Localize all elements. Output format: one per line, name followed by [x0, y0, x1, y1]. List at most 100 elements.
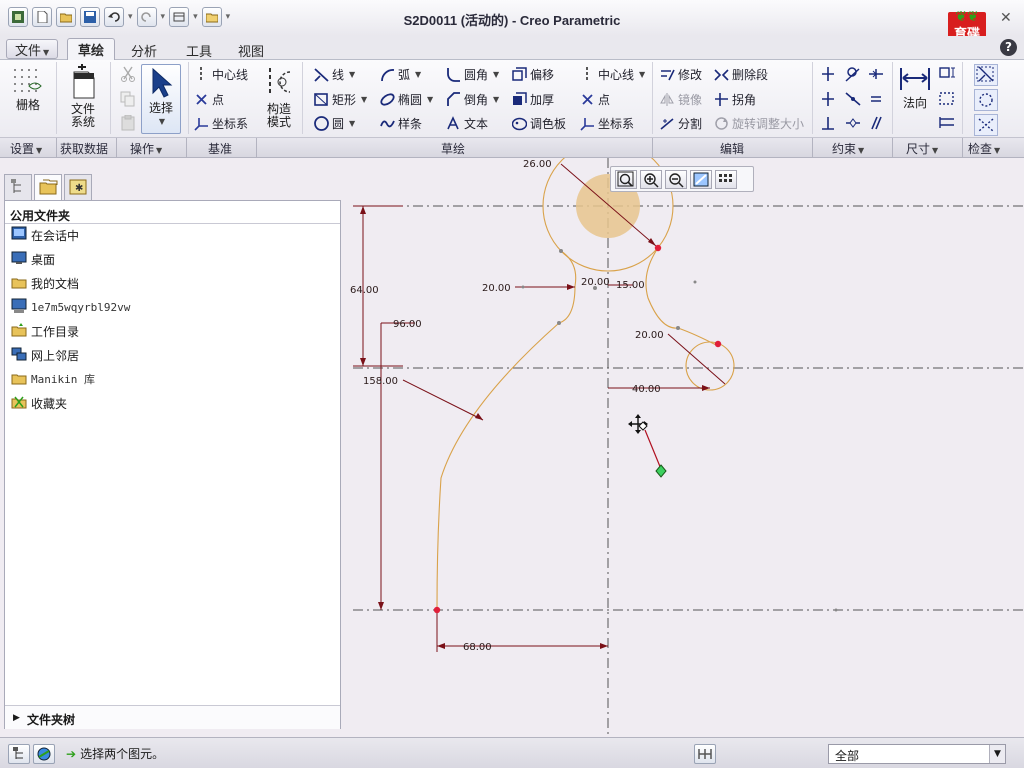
text-button[interactable]: 文本: [446, 115, 488, 132]
dim-68-label[interactable]: 68.00: [463, 642, 492, 653]
selection-filter-dropdown[interactable]: 全部 ▼: [828, 744, 1006, 764]
sketch-canvas[interactable]: 26.00 64.00 96.00 158.00 20.00 20.00 15.…: [343, 140, 1024, 737]
corner-button[interactable]: 拐角: [714, 91, 756, 108]
perpendicular-constraint-icon[interactable]: [820, 115, 836, 134]
sketch-coord-sys-button[interactable]: 坐标系: [580, 115, 634, 132]
tab-sketch[interactable]: 草绘: [67, 38, 116, 61]
thicken-button[interactable]: 加厚: [512, 91, 554, 108]
model-tree-tab[interactable]: [4, 174, 32, 200]
favorites-tab[interactable]: ✱: [64, 174, 92, 200]
folder-tree-toggle[interactable]: ▶ 文件夹树: [5, 705, 340, 729]
delete-segment-button[interactable]: 删除段: [714, 66, 768, 83]
grid-button[interactable]: 栅格: [8, 66, 48, 112]
zoom-out-icon[interactable]: [665, 170, 687, 189]
baseline-dimension-icon[interactable]: [938, 115, 956, 134]
datum-coord-sys-button[interactable]: 坐标系: [194, 115, 248, 132]
vertical-constraint-icon[interactable]: [820, 66, 836, 85]
smart-selection-icon[interactable]: [694, 744, 716, 764]
tangent-constraint-icon[interactable]: [845, 66, 861, 85]
group-setup[interactable]: 设置 ▼: [10, 140, 42, 157]
folder-item-my-documents[interactable]: 我的文档: [11, 274, 79, 292]
datum-point-button[interactable]: 点: [194, 91, 224, 108]
line-button[interactable]: 线 ▼: [314, 66, 355, 83]
folder-item-desktop[interactable]: 桌面: [11, 250, 55, 268]
refit-icon[interactable]: [615, 170, 637, 189]
dim-20a-label[interactable]: 20.00: [482, 283, 511, 294]
rotate-resize-button[interactable]: 旋转调整大小: [714, 115, 804, 132]
browser-toggle-icon[interactable]: [33, 744, 55, 764]
rectangle-button[interactable]: 矩形 ▼: [314, 91, 367, 108]
divide-label: 分割: [678, 117, 703, 131]
dim-15-label[interactable]: 15.00: [616, 280, 645, 291]
file-system-button[interactable]: 文件系统: [62, 64, 104, 129]
group-constrain[interactable]: 约束 ▼: [832, 140, 864, 157]
midpoint-constraint-icon[interactable]: [868, 66, 884, 85]
ellipse-button[interactable]: 椭圆 ▼: [380, 91, 433, 108]
modify-button[interactable]: 修改: [660, 66, 702, 83]
thicken-label: 加厚: [530, 93, 555, 107]
fillet-button[interactable]: 圆角 ▼: [446, 66, 499, 83]
overlapping-geometry-icon[interactable]: [974, 64, 998, 86]
construction-points: [521, 249, 838, 612]
copy-icon[interactable]: [120, 91, 136, 110]
folder-browser-tab[interactable]: [34, 174, 62, 200]
group-datum[interactable]: 基准: [208, 140, 232, 157]
coincident-constraint-icon[interactable]: [845, 91, 861, 110]
palette-button[interactable]: 调色板: [512, 115, 566, 132]
group-edit[interactable]: 编辑: [720, 140, 744, 157]
normal-dimension-button[interactable]: 法向: [898, 66, 932, 110]
arc-button[interactable]: 弧 ▼: [380, 66, 421, 83]
zoom-in-icon[interactable]: [640, 170, 662, 189]
tab-analysis[interactable]: 分析: [121, 40, 167, 60]
folder-item-working-dir[interactable]: 工作目录: [11, 322, 79, 340]
folder-item-manikin-library[interactable]: Manikin 库: [11, 370, 95, 388]
horizontal-constraint-icon[interactable]: [820, 91, 836, 110]
chamfer-button[interactable]: 倒角 ▼: [446, 91, 499, 108]
offset-button[interactable]: 偏移: [512, 66, 554, 83]
dim-20b-label[interactable]: 20.00: [581, 277, 610, 288]
group-dimension[interactable]: 尺寸 ▼: [906, 140, 938, 157]
group-inspect[interactable]: 检查 ▼: [968, 140, 1000, 157]
folder-item-in-session[interactable]: 在会话中: [11, 226, 79, 244]
file-menu[interactable]: 文件 ▼: [6, 39, 59, 59]
reference-dimension-icon[interactable]: [938, 91, 956, 110]
dim-40-label[interactable]: 40.00: [632, 384, 661, 395]
symmetric-constraint-icon[interactable]: [845, 115, 861, 134]
folder-item-favorites[interactable]: 收藏夹: [11, 394, 67, 412]
group-sketch[interactable]: 草绘: [441, 140, 465, 157]
sketch-centerline-button[interactable]: 中心线 ▼: [580, 66, 645, 83]
repaint-icon[interactable]: [690, 170, 712, 189]
perimeter-dimension-icon[interactable]: [938, 66, 956, 85]
group-operations[interactable]: 操作 ▼: [130, 140, 162, 157]
equal-constraint-icon[interactable]: [868, 91, 884, 110]
parallel-constraint-icon[interactable]: [868, 115, 884, 134]
vertex: [433, 606, 441, 614]
highlight-open-ends-icon[interactable]: [974, 89, 998, 111]
help-icon[interactable]: ?: [1000, 39, 1017, 56]
dim-20c-label[interactable]: 20.00: [635, 330, 664, 341]
display-style-icon[interactable]: [715, 170, 737, 189]
circle-button[interactable]: 圆 ▼: [314, 115, 355, 132]
group-get-data[interactable]: 获取数据: [60, 140, 108, 157]
paste-icon[interactable]: [120, 114, 136, 134]
sketch-geometry: 26.00 64.00 96.00 158.00 20.00 20.00 15.…: [350, 140, 1024, 737]
datum-centerline-button[interactable]: 中心线: [194, 66, 248, 83]
dim-26-label[interactable]: 26.00: [523, 159, 552, 170]
dim-96-label[interactable]: 96.00: [393, 319, 422, 330]
tab-tools[interactable]: 工具: [176, 40, 222, 60]
tab-view[interactable]: 视图: [228, 40, 274, 60]
model-tree-toggle-icon[interactable]: [8, 744, 30, 764]
mirror-button[interactable]: 镜像: [660, 91, 702, 108]
spline-button[interactable]: 样条: [380, 115, 422, 132]
close-window-icon[interactable]: ✕: [1000, 10, 1012, 26]
divide-button[interactable]: 分割: [660, 115, 702, 132]
select-button[interactable]: 选择 ▼: [141, 64, 181, 134]
dim-158-label[interactable]: 158.00: [363, 376, 398, 387]
sketch-point-button[interactable]: 点: [580, 91, 610, 108]
shade-closed-loops-icon[interactable]: [974, 114, 998, 136]
cut-icon[interactable]: [120, 66, 136, 85]
folder-item-computer[interactable]: 1e7m5wqyrbl92vw: [11, 298, 130, 316]
dim-64-label[interactable]: 64.00: [350, 285, 379, 296]
construction-mode-button[interactable]: 构造模式: [262, 64, 296, 129]
folder-item-network[interactable]: 网上邻居: [11, 346, 79, 364]
